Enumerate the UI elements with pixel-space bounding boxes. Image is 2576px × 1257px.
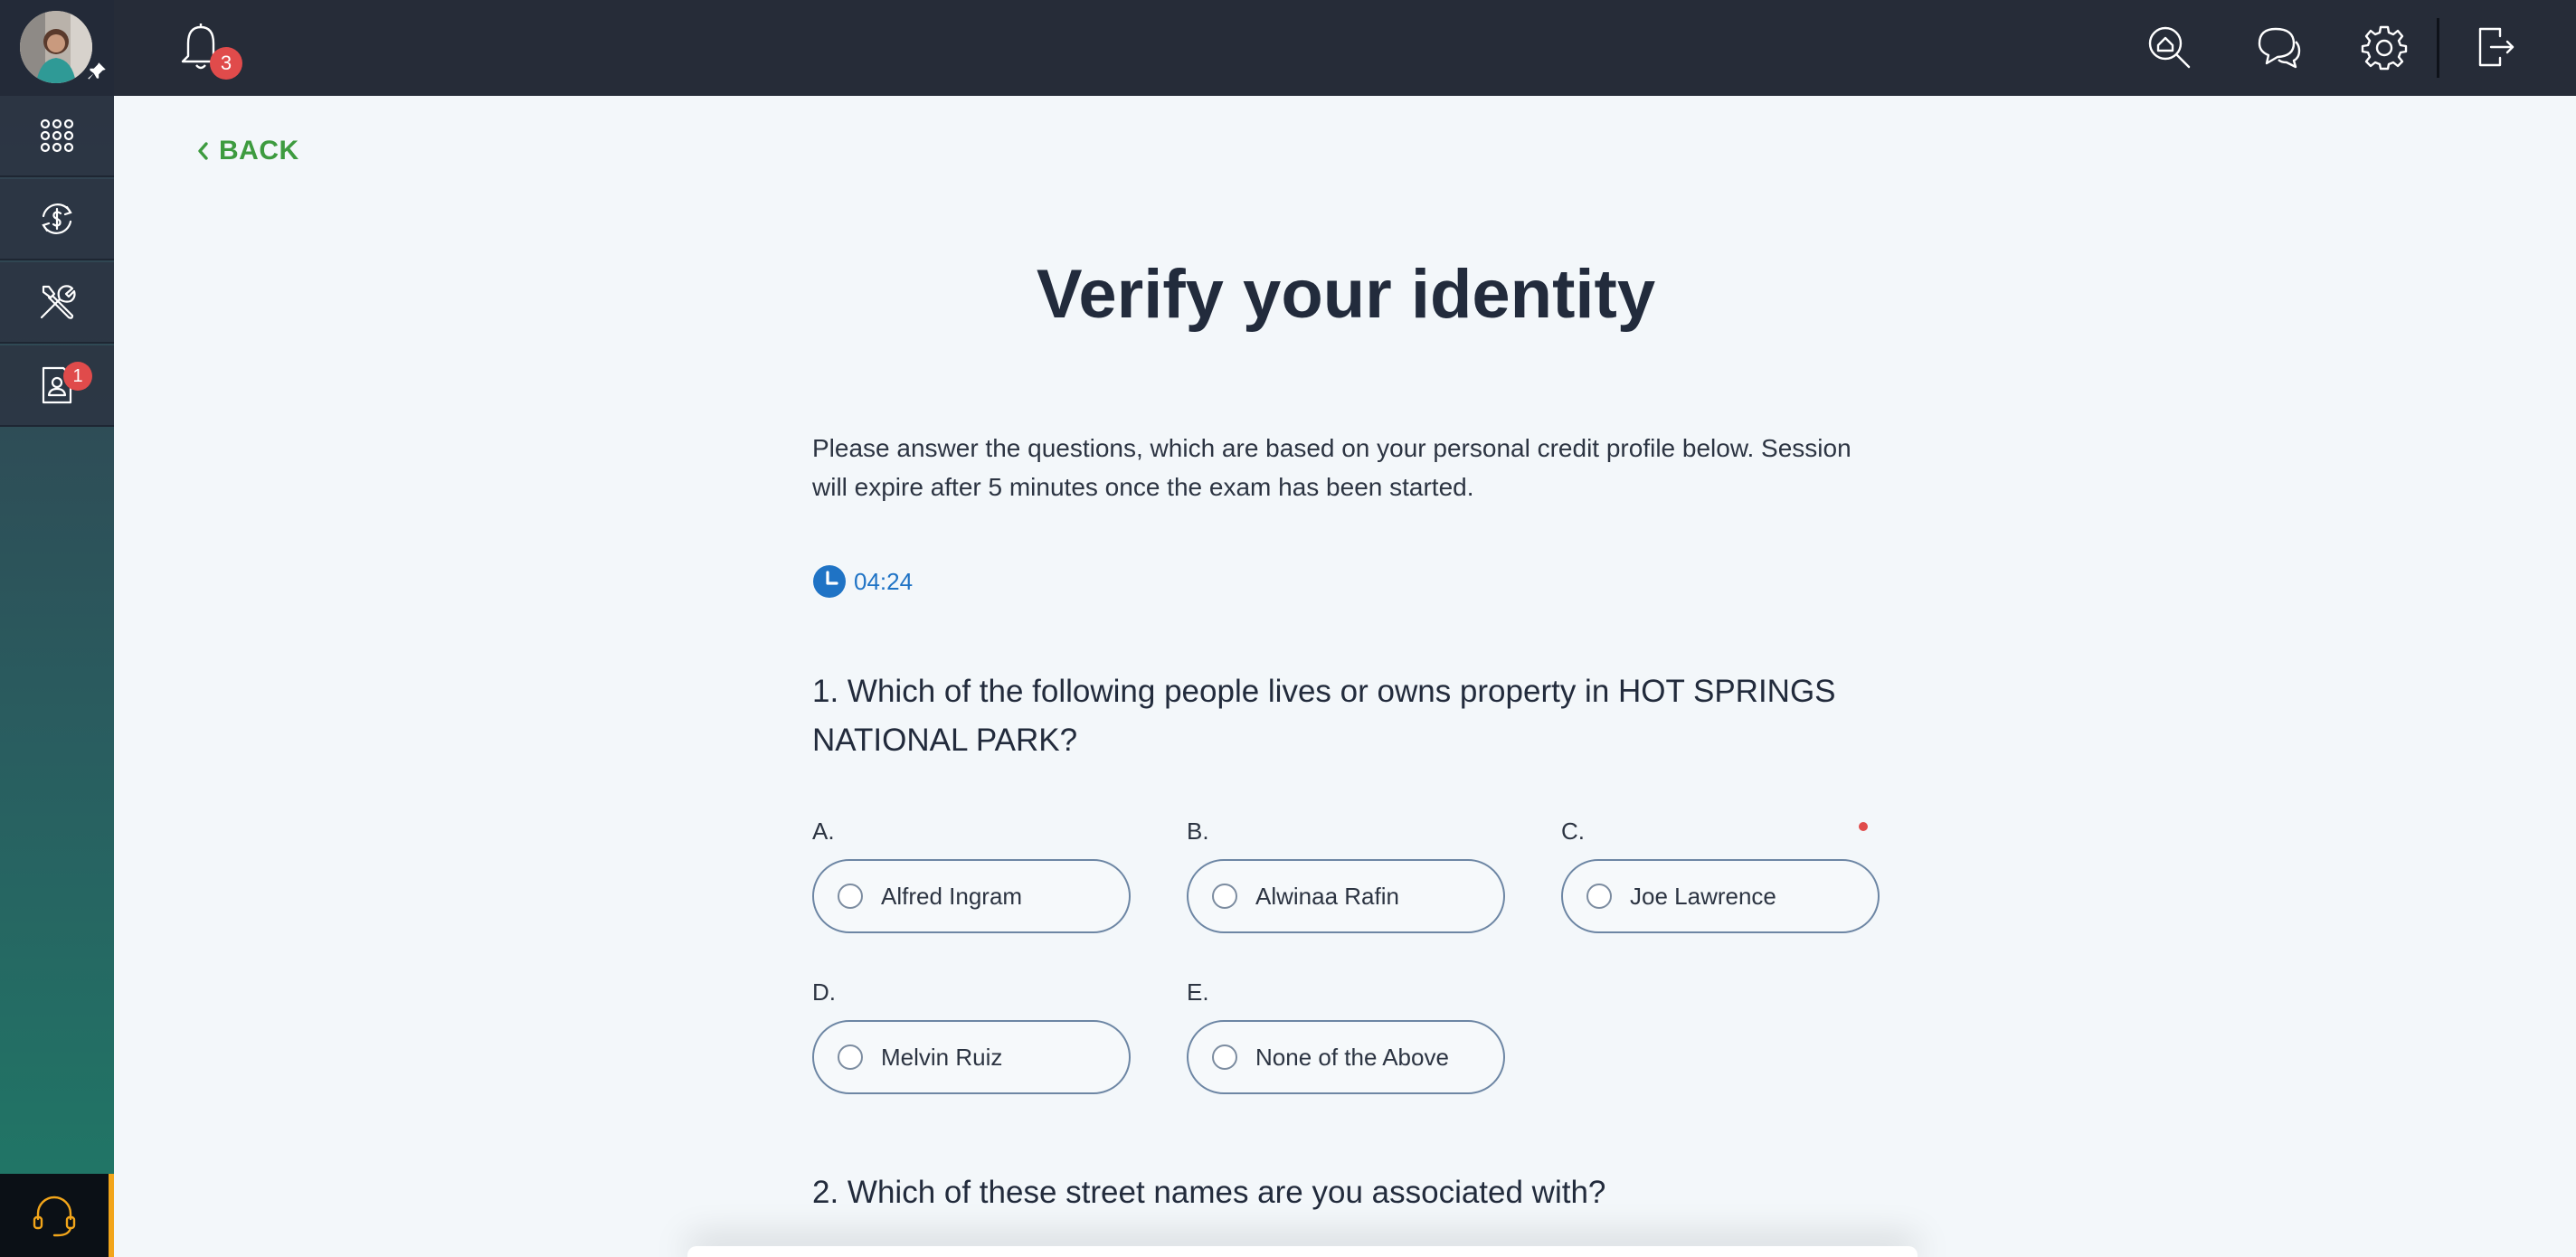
radio-a[interactable]: [838, 884, 863, 909]
option-e-label: None of the Above: [1255, 1043, 1449, 1071]
grid-icon: [40, 118, 74, 153]
option-d[interactable]: Melvin Ruiz: [812, 1020, 1131, 1094]
option-e[interactable]: None of the Above: [1187, 1020, 1505, 1094]
avatar[interactable]: [20, 11, 92, 83]
option-b[interactable]: Alwinaa Rafin: [1187, 859, 1505, 933]
support-button[interactable]: [0, 1174, 114, 1257]
page-title: Verify your identity: [1036, 256, 1656, 333]
bottom-panel-edge: [687, 1246, 1918, 1257]
chevron-left-icon: [198, 142, 208, 160]
back-label: BACK: [219, 136, 299, 165]
sidebar-item-payments[interactable]: [0, 179, 114, 260]
option-letter-b: B.: [1187, 818, 1209, 845]
search-icon[interactable]: [2145, 24, 2192, 71]
pin-icon[interactable]: [85, 60, 109, 83]
intro-text: Please answer the questions, which are b…: [812, 434, 1852, 501]
radio-d[interactable]: [838, 1044, 863, 1070]
sidebar: 1: [0, 0, 114, 1257]
sidebar-item-apps[interactable]: [0, 96, 114, 177]
option-b-label: Alwinaa Rafin: [1255, 882, 1399, 910]
option-a-label: Alfred Ingram: [881, 882, 1023, 910]
notification-badge: 3: [210, 47, 242, 80]
option-letter-e: E.: [1187, 978, 1209, 1006]
avatar-cell: [0, 0, 114, 96]
sidebar-item-contacts[interactable]: 1: [0, 345, 114, 427]
option-letter-a: A.: [812, 818, 835, 845]
top-bar: 3: [114, 0, 2576, 96]
question-1: 1. Which of the following people lives o…: [812, 674, 1836, 758]
clock-icon: [813, 565, 846, 598]
required-indicator: [1859, 822, 1868, 831]
gear-icon[interactable]: [2361, 24, 2408, 71]
logout-icon[interactable]: [2473, 24, 2520, 71]
radio-b[interactable]: [1212, 884, 1237, 909]
session-timer: 04:24: [812, 564, 913, 599]
headset-icon: [33, 1196, 76, 1237]
option-letter-d: D.: [812, 978, 836, 1006]
option-d-label: Melvin Ruiz: [881, 1043, 1003, 1071]
topbar-divider: [2437, 18, 2439, 78]
radio-c[interactable]: [1586, 884, 1612, 909]
back-link[interactable]: BACK: [195, 136, 299, 166]
chat-icon[interactable]: [2254, 24, 2301, 71]
question-2: 2. Which of these street names are you a…: [812, 1175, 1606, 1210]
option-letter-c: C.: [1561, 818, 1585, 845]
option-a[interactable]: Alfred Ingram: [812, 859, 1131, 933]
dollar-refresh-icon: [42, 203, 72, 234]
option-c[interactable]: Joe Lawrence: [1561, 859, 1880, 933]
contacts-badge: 1: [63, 362, 92, 391]
timer-value: 04:24: [854, 567, 914, 595]
option-c-label: Joe Lawrence: [1630, 882, 1776, 910]
radio-e[interactable]: [1212, 1044, 1237, 1070]
